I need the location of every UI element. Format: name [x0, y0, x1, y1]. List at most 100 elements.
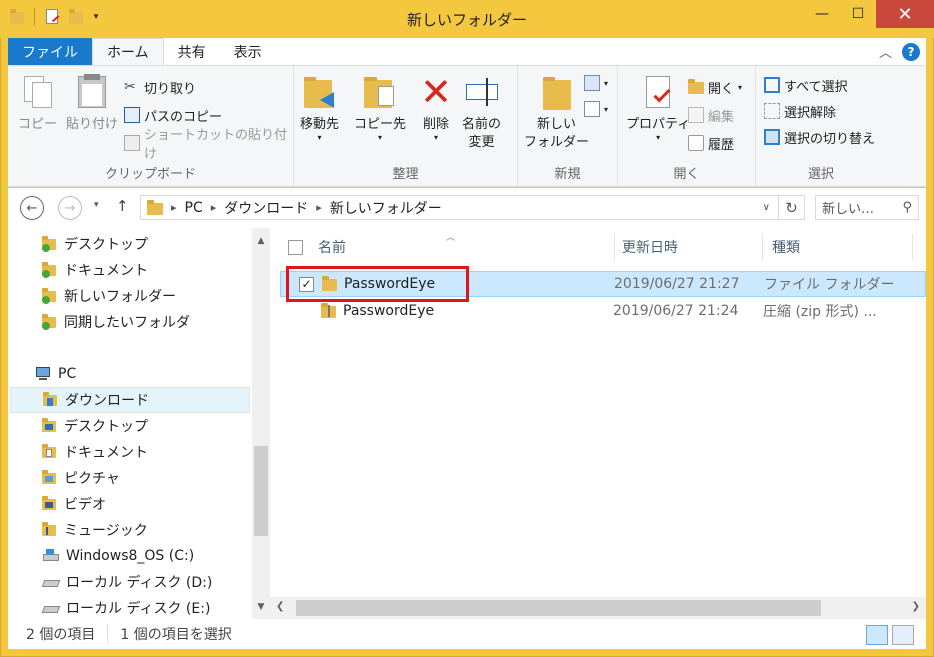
forward-button[interactable]: →: [58, 196, 82, 220]
nav-item-drive-c[interactable]: Windows8_OS (C:): [10, 543, 250, 569]
file-name: PasswordEye: [343, 303, 435, 319]
copy-to-button[interactable]: コピー先 ▾: [354, 72, 406, 142]
scissors-icon: ✂: [124, 79, 136, 95]
move-to-button[interactable]: 移動先 ▾: [300, 72, 339, 142]
nav-item-new-folder-fav[interactable]: 新しいフォルダー: [10, 283, 250, 309]
history-icon: [688, 135, 704, 151]
group-label-clipboard: クリップボード: [104, 167, 196, 182]
select-none-button[interactable]: 選択解除: [764, 100, 836, 122]
nav-item-music[interactable]: ミュージック: [10, 517, 250, 543]
history-button[interactable]: 履歴: [688, 132, 734, 154]
tab-view[interactable]: 表示: [220, 38, 276, 65]
nav-item-documents[interactable]: ドキュメント: [10, 439, 250, 465]
zip-folder-icon: [321, 303, 337, 319]
maximize-button[interactable]: ☐: [840, 0, 876, 28]
group-clipboard: コピー 貼り付け ✂ 切り取り パスのコピー ショートカットの貼り付け クリップ…: [8, 66, 294, 186]
paste-icon: [74, 72, 110, 112]
folder-icon: [147, 199, 163, 216]
nav-item-drive-e[interactable]: ローカル ディスク (E:): [10, 595, 250, 621]
cut-button[interactable]: ✂ 切り取り: [124, 76, 196, 98]
new-folder-button[interactable]: 新しい フォルダー: [524, 72, 589, 152]
tab-home[interactable]: ホーム: [92, 38, 164, 65]
tab-file[interactable]: ファイル: [8, 38, 92, 65]
properties-button[interactable]: プロパティ ▾: [626, 72, 690, 142]
group-select: すべて選択 選択解除 選択の切り替え 選択: [756, 66, 886, 186]
scroll-thumb[interactable]: [254, 446, 268, 536]
column-header-modified[interactable]: 更新日時: [622, 234, 678, 260]
highlight-box: [286, 266, 469, 302]
new-item-button[interactable]: ▾: [584, 72, 608, 94]
nav-item-sync-folder-fav[interactable]: 同期したいフォルダ: [10, 309, 250, 335]
back-button[interactable]: ←: [20, 196, 44, 220]
nav-vertical-scrollbar[interactable]: ▲ ▼: [252, 228, 270, 619]
nav-item-videos[interactable]: ビデオ: [10, 491, 250, 517]
search-input[interactable]: 新しい… ⚲: [815, 195, 919, 220]
downloads-folder-icon: [43, 392, 59, 408]
copy-button[interactable]: コピー: [18, 72, 57, 134]
tab-share[interactable]: 共有: [164, 38, 220, 65]
details-view-button[interactable]: [866, 625, 888, 645]
scroll-thumb[interactable]: [296, 600, 821, 616]
scroll-left-icon[interactable]: ❮: [276, 601, 284, 612]
file-horizontal-scrollbar[interactable]: ❮ ❯: [270, 597, 926, 619]
recent-locations-icon[interactable]: ▾: [94, 200, 99, 210]
minimize-button[interactable]: —: [804, 0, 840, 28]
nav-item-desktop-fav[interactable]: デスクトップ: [10, 231, 250, 257]
select-none-icon: [764, 103, 780, 119]
easy-access-button[interactable]: ▾: [584, 98, 608, 120]
selection-count: 1 個の項目を選択: [120, 627, 232, 643]
breadcrumb-downloads[interactable]: ダウンロード: [224, 198, 308, 218]
pictures-folder-icon: [42, 470, 58, 486]
paste-shortcut-button[interactable]: ショートカットの貼り付け: [124, 128, 293, 162]
column-header-type[interactable]: 種類: [772, 234, 800, 260]
paste-button[interactable]: 貼り付け: [66, 72, 118, 134]
rename-button[interactable]: 名前の 変更: [462, 72, 501, 152]
refresh-button[interactable]: ↻: [778, 195, 805, 220]
window-title: 新しいフォルダー: [406, 11, 527, 29]
open-button[interactable]: 開く ▾: [688, 76, 742, 98]
address-bar[interactable]: ▸ PC ▸ ダウンロード ▸ 新しいフォルダー ∨: [140, 195, 805, 220]
ribbon-tabs: ファイル ホーム 共有 表示 ︿ ?: [8, 38, 926, 65]
invert-selection-icon: [764, 129, 780, 145]
group-label-organize: 整理: [392, 167, 419, 182]
breadcrumb-pc[interactable]: PC: [185, 200, 203, 216]
select-all-checkbox[interactable]: [288, 239, 303, 255]
new-item-icon: [584, 75, 600, 91]
breadcrumb-current[interactable]: 新しいフォルダー: [330, 198, 442, 218]
nav-item-pc[interactable]: PC: [10, 361, 250, 387]
synced-folder-icon: [42, 262, 58, 278]
invert-selection-button[interactable]: 選択の切り替え: [764, 126, 875, 148]
open-icon: [688, 79, 704, 95]
synced-folder-icon: [42, 236, 58, 252]
scroll-up-icon[interactable]: ▲: [252, 232, 270, 250]
help-icon[interactable]: ?: [902, 42, 920, 61]
column-header-select[interactable]: [288, 234, 303, 260]
window-controls: — ☐ ✕: [804, 0, 934, 28]
copy-path-button[interactable]: パスのコピー: [124, 104, 222, 126]
file-type: 圧縮 (zip 形式) ...: [763, 304, 877, 320]
ribbon: コピー 貼り付け ✂ 切り取り パスのコピー ショートカットの貼り付け クリップ…: [8, 65, 926, 187]
synced-folder-icon: [42, 314, 58, 330]
nav-item-documents-fav[interactable]: ドキュメント: [10, 257, 250, 283]
group-new: 新しい フォルダー ▾ ▾ 新規: [518, 66, 618, 186]
up-button[interactable]: ↑: [116, 197, 129, 215]
videos-folder-icon: [42, 496, 58, 512]
close-button[interactable]: ✕: [876, 0, 934, 28]
delete-button[interactable]: ✕ 削除 ▾: [418, 72, 454, 142]
nav-item-downloads[interactable]: ダウンロード: [10, 387, 250, 413]
nav-item-desktop[interactable]: デスクトップ: [10, 413, 250, 439]
scroll-down-icon[interactable]: ▼: [252, 598, 270, 616]
large-icons-view-button[interactable]: [892, 625, 914, 645]
nav-item-drive-d[interactable]: ローカル ディスク (D:): [10, 569, 250, 595]
address-dropdown-icon[interactable]: ∨: [763, 202, 770, 213]
scroll-right-icon[interactable]: ❯: [912, 601, 920, 612]
collapse-ribbon-icon[interactable]: ︿: [879, 42, 892, 61]
nav-item-pictures[interactable]: ピクチャ: [10, 465, 250, 491]
synced-folder-icon: [42, 288, 58, 304]
select-all-button[interactable]: すべて選択: [764, 74, 848, 96]
sort-ascending-icon: ︿: [446, 233, 456, 243]
paste-shortcut-icon: [124, 135, 140, 151]
move-to-icon: [302, 72, 338, 112]
edit-button[interactable]: 編集: [688, 104, 734, 126]
column-header-name[interactable]: 名前: [318, 234, 346, 260]
